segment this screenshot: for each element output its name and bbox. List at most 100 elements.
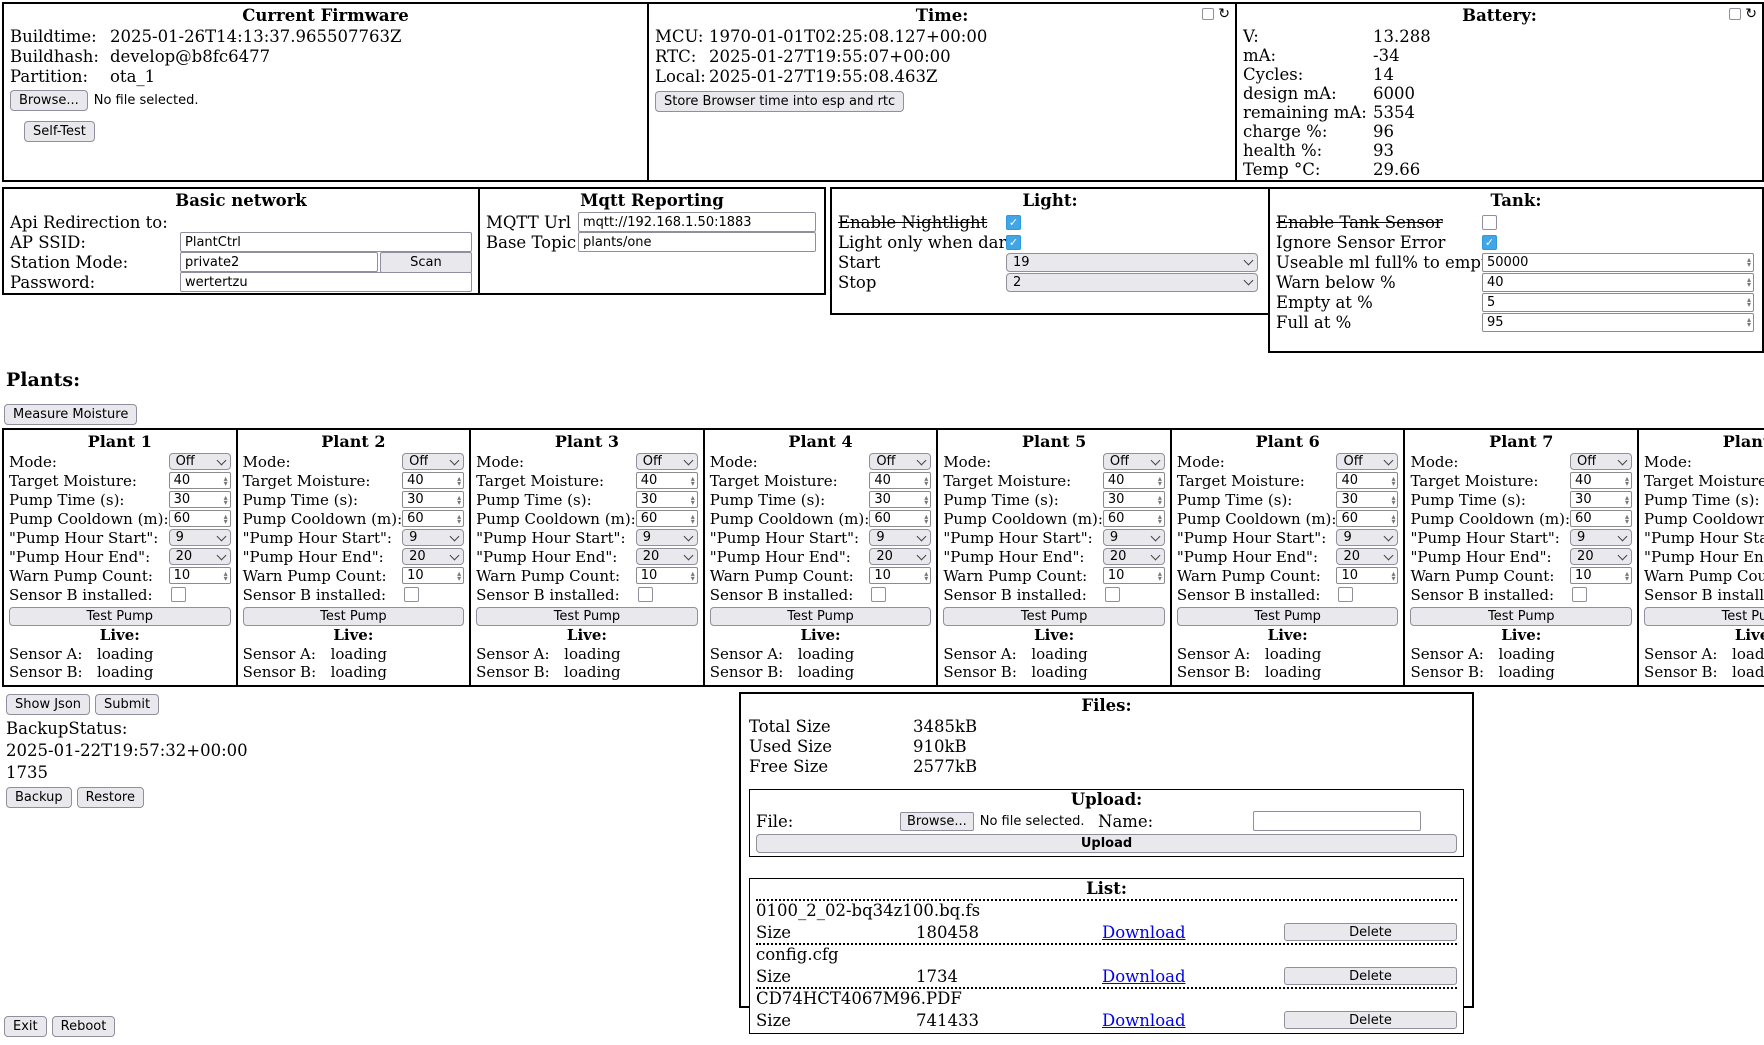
pump-hour-start-select[interactable]: 9 bbox=[1336, 529, 1398, 546]
spinner-icon[interactable]: ▴▾ bbox=[224, 571, 228, 581]
pump-hour-end-select[interactable]: 20 bbox=[169, 548, 231, 565]
warn-pump-count-input[interactable]: 10▴▾ bbox=[169, 567, 231, 584]
pump-cooldown-input[interactable]: 60▴▾ bbox=[169, 510, 231, 527]
spinner-icon[interactable]: ▴▾ bbox=[1625, 495, 1629, 505]
pump-hour-start-select[interactable]: 9 bbox=[636, 529, 698, 546]
test-pump-button[interactable]: Test Pump bbox=[1177, 607, 1399, 626]
scan-button[interactable]: Scan bbox=[380, 252, 472, 273]
spinner-icon[interactable]: ▴▾ bbox=[1158, 495, 1162, 505]
test-pump-button[interactable]: Test Pump bbox=[1644, 607, 1764, 626]
spinner-icon[interactable]: ▴▾ bbox=[1391, 476, 1395, 486]
spinner-icon[interactable]: ▴▾ bbox=[1158, 514, 1162, 524]
sensor-b-checkbox[interactable] bbox=[871, 587, 886, 602]
pump-cooldown-input[interactable]: 60▴▾ bbox=[402, 510, 464, 527]
spinner-icon[interactable]: ▴▾ bbox=[457, 495, 461, 505]
spinner-icon[interactable]: ▴▾ bbox=[1747, 277, 1751, 287]
base-topic-input[interactable] bbox=[578, 232, 816, 252]
pump-hour-end-select[interactable]: 20 bbox=[402, 548, 464, 565]
target-moisture-input[interactable]: 40▴▾ bbox=[1570, 472, 1632, 489]
spinner-icon[interactable]: ▴▾ bbox=[224, 476, 228, 486]
pump-time-input[interactable]: 30▴▾ bbox=[402, 491, 464, 508]
download-link[interactable]: Download bbox=[1102, 1011, 1284, 1030]
spinner-icon[interactable]: ▴▾ bbox=[1625, 514, 1629, 524]
target-moisture-input[interactable]: 40▴▾ bbox=[402, 472, 464, 489]
sensor-b-checkbox[interactable] bbox=[638, 587, 653, 602]
target-moisture-input[interactable]: 40▴▾ bbox=[869, 472, 931, 489]
mode-select[interactable]: Off bbox=[1570, 453, 1632, 470]
warn-pump-count-input[interactable]: 10▴▾ bbox=[869, 567, 931, 584]
spinner-icon[interactable]: ▴▾ bbox=[1158, 571, 1162, 581]
upload-browse-button[interactable]: Browse... bbox=[900, 812, 974, 831]
warn-pump-count-input[interactable]: 10▴▾ bbox=[1570, 567, 1632, 584]
upload-name-input[interactable] bbox=[1253, 811, 1421, 831]
password-input[interactable] bbox=[180, 272, 472, 292]
spinner-icon[interactable]: ▴▾ bbox=[224, 514, 228, 524]
pump-cooldown-input[interactable]: 60▴▾ bbox=[1336, 510, 1398, 527]
pump-cooldown-input[interactable]: 60▴▾ bbox=[869, 510, 931, 527]
test-pump-button[interactable]: Test Pump bbox=[710, 607, 932, 626]
time-auto-refresh-checkbox[interactable] bbox=[1202, 8, 1214, 20]
ap-ssid-input[interactable] bbox=[180, 232, 472, 252]
ignore-sensor-error-checkbox[interactable] bbox=[1482, 235, 1497, 250]
warn-pump-count-input[interactable]: 10▴▾ bbox=[1336, 567, 1398, 584]
target-moisture-input[interactable]: 40▴▾ bbox=[169, 472, 231, 489]
refresh-icon[interactable]: ↻ bbox=[1745, 8, 1757, 20]
light-stop-select[interactable]: 2 bbox=[1006, 273, 1258, 292]
spinner-icon[interactable]: ▴▾ bbox=[1625, 571, 1629, 581]
warn-pump-count-input[interactable]: 10▴▾ bbox=[402, 567, 464, 584]
light-only-dark-checkbox[interactable] bbox=[1006, 235, 1021, 250]
target-moisture-input[interactable]: 40▴▾ bbox=[1336, 472, 1398, 489]
spinner-icon[interactable]: ▴▾ bbox=[924, 476, 928, 486]
self-test-button[interactable]: Self-Test bbox=[24, 121, 95, 142]
pump-hour-start-select[interactable]: 9 bbox=[869, 529, 931, 546]
mode-select[interactable]: Off bbox=[636, 453, 698, 470]
empty-at-input[interactable]: 5▴▾ bbox=[1482, 293, 1754, 312]
pump-hour-end-select[interactable]: 20 bbox=[869, 548, 931, 565]
spinner-icon[interactable]: ▴▾ bbox=[1391, 571, 1395, 581]
test-pump-button[interactable]: Test Pump bbox=[9, 607, 231, 626]
spinner-icon[interactable]: ▴▾ bbox=[457, 476, 461, 486]
sensor-b-checkbox[interactable] bbox=[1105, 587, 1120, 602]
measure-moisture-button[interactable]: Measure Moisture bbox=[4, 404, 137, 425]
browse-button[interactable]: Browse... bbox=[10, 90, 88, 111]
pump-hour-start-select[interactable]: 9 bbox=[1103, 529, 1165, 546]
tank-sensor-checkbox[interactable] bbox=[1482, 215, 1497, 230]
mode-select[interactable]: Off bbox=[1336, 453, 1398, 470]
sensor-b-checkbox[interactable] bbox=[171, 587, 186, 602]
test-pump-button[interactable]: Test Pump bbox=[476, 607, 698, 626]
mode-select[interactable]: Off bbox=[869, 453, 931, 470]
spinner-icon[interactable]: ▴▾ bbox=[1625, 476, 1629, 486]
sensor-b-checkbox[interactable] bbox=[1338, 587, 1353, 602]
warn-below-input[interactable]: 40▴▾ bbox=[1482, 273, 1754, 292]
pump-time-input[interactable]: 30▴▾ bbox=[1570, 491, 1632, 508]
pump-cooldown-input[interactable]: 60▴▾ bbox=[1570, 510, 1632, 527]
spinner-icon[interactable]: ▴▾ bbox=[1747, 317, 1751, 327]
spinner-icon[interactable]: ▴▾ bbox=[457, 514, 461, 524]
spinner-icon[interactable]: ▴▾ bbox=[691, 571, 695, 581]
warn-pump-count-input[interactable]: 10▴▾ bbox=[1103, 567, 1165, 584]
pump-hour-start-select[interactable]: 9 bbox=[169, 529, 231, 546]
spinner-icon[interactable]: ▴▾ bbox=[1747, 297, 1751, 307]
delete-button[interactable]: Delete bbox=[1284, 1011, 1457, 1029]
pump-time-input[interactable]: 30▴▾ bbox=[1103, 491, 1165, 508]
mode-select[interactable]: Off bbox=[169, 453, 231, 470]
spinner-icon[interactable]: ▴▾ bbox=[691, 476, 695, 486]
restore-button[interactable]: Restore bbox=[77, 787, 144, 808]
test-pump-button[interactable]: Test Pump bbox=[1410, 607, 1632, 626]
sensor-b-checkbox[interactable] bbox=[1572, 587, 1587, 602]
spinner-icon[interactable]: ▴▾ bbox=[924, 495, 928, 505]
pump-time-input[interactable]: 30▴▾ bbox=[1336, 491, 1398, 508]
station-ssid-input[interactable] bbox=[180, 252, 378, 272]
target-moisture-input[interactable]: 40▴▾ bbox=[636, 472, 698, 489]
test-pump-button[interactable]: Test Pump bbox=[243, 607, 465, 626]
pump-cooldown-input[interactable]: 60▴▾ bbox=[636, 510, 698, 527]
pump-time-input[interactable]: 30▴▾ bbox=[869, 491, 931, 508]
refresh-icon[interactable]: ↻ bbox=[1218, 8, 1230, 20]
spinner-icon[interactable]: ▴▾ bbox=[691, 514, 695, 524]
pump-time-input[interactable]: 30▴▾ bbox=[169, 491, 231, 508]
light-start-select[interactable]: 19 bbox=[1006, 253, 1258, 272]
store-browser-time-button[interactable]: Store Browser time into esp and rtc bbox=[655, 91, 904, 112]
pump-time-input[interactable]: 30▴▾ bbox=[636, 491, 698, 508]
reboot-button[interactable]: Reboot bbox=[52, 1016, 116, 1037]
download-link[interactable]: Download bbox=[1102, 923, 1284, 942]
